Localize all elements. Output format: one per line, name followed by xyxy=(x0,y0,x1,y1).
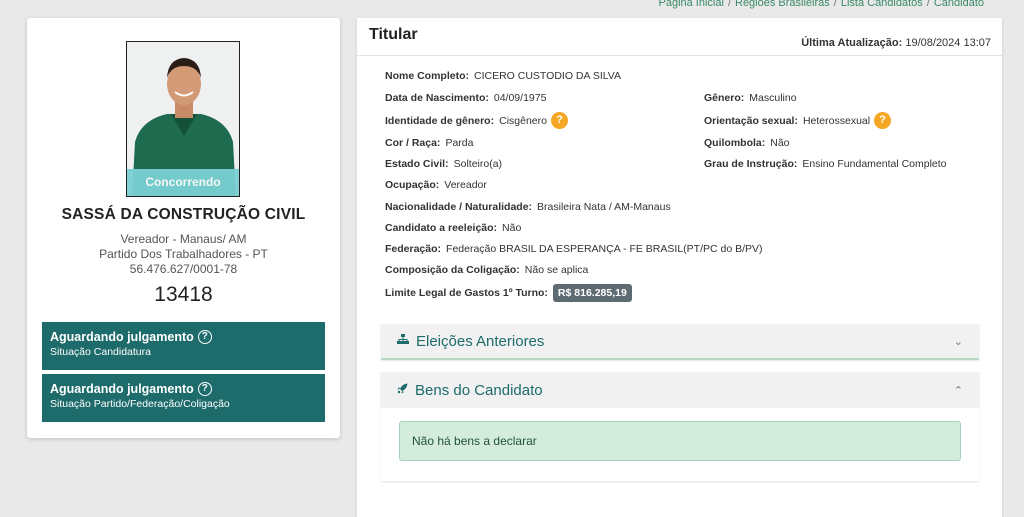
field-quilombola: Quilombola: Não xyxy=(704,137,790,149)
field-label: Federação: xyxy=(385,243,442,255)
field-genero: Gênero: Masculino xyxy=(704,92,797,104)
candidacy-status-subtitle: Situação Candidatura xyxy=(50,346,151,358)
field-coligacao: Composição da Coligação: Não se aplica xyxy=(385,264,588,276)
field-value: Não xyxy=(502,222,522,234)
field-label: Composição da Coligação: xyxy=(385,264,520,276)
field-value: Masculino xyxy=(749,92,797,104)
field-value: Ensino Fundamental Completo xyxy=(802,158,947,170)
field-value: Solteiro(a) xyxy=(453,158,503,170)
field-orientacao-sexual: Orientação sexual: Heterossexual? xyxy=(704,112,892,129)
candidate-name: SASSÁ DA CONSTRUÇÃO CIVIL xyxy=(61,206,306,223)
party-status-box: Aguardando julgamento ? Situação Partido… xyxy=(42,374,325,422)
field-value: Vereador xyxy=(444,179,487,191)
field-label: Grau de Instrução: xyxy=(704,158,798,170)
field-cor-raca: Cor / Raça: Parda xyxy=(385,137,473,149)
party-status-title: Aguardando julgamento xyxy=(50,382,194,396)
field-nacionalidade: Nacionalidade / Naturalidade: Brasileira … xyxy=(385,201,671,213)
help-icon[interactable]: ? xyxy=(874,112,892,129)
accordion-assets-header[interactable]: Bens do Candidato ⌃ xyxy=(381,372,979,408)
accordion-assets-label: Bens do Candidato xyxy=(415,381,543,399)
field-value: Parda xyxy=(445,137,474,149)
field-label: Ocupação: xyxy=(385,179,440,191)
candidate-office: Vereador - Manaus/ AM xyxy=(120,232,247,246)
field-label: Data de Nascimento: xyxy=(385,92,489,104)
help-icon[interactable]: ? xyxy=(197,330,212,344)
help-icon[interactable]: ? xyxy=(197,382,212,396)
breadcrumb-home[interactable]: Página Inicial xyxy=(659,0,724,9)
field-value: 04/09/1975 xyxy=(493,92,547,104)
panel-title: Titular xyxy=(369,26,418,43)
field-value: Heterossexual xyxy=(802,114,871,127)
field-value: Brasileira Nata / AM-Manaus xyxy=(537,201,671,213)
candidate-number: 13418 xyxy=(154,283,213,306)
field-label: Gênero: xyxy=(704,92,745,104)
no-assets-alert: Não há bens a declarar xyxy=(399,421,961,461)
sitemap-icon xyxy=(397,334,409,348)
field-label: Estado Civil: xyxy=(385,158,449,170)
accordion-assets: Bens do Candidato ⌃ Não há bens a declar… xyxy=(381,372,979,481)
rocket-icon xyxy=(397,383,408,397)
field-limite-gastos: Limite Legal de Gastos 1º Turno: R$ 816.2… xyxy=(385,284,632,302)
field-grau-instrucao: Grau de Instrução: Ensino Fundamental Com… xyxy=(704,158,947,170)
chevron-up-icon[interactable]: ⌃ xyxy=(954,384,963,397)
candidacy-status-box: Aguardando julgamento ? Situação Candida… xyxy=(42,322,325,370)
last-update: Última Atualização: 19/08/2024 13:07 xyxy=(801,37,991,49)
field-identidade-genero: Identidade de gênero: Cisgênero? xyxy=(385,112,568,129)
field-reeleicao: Candidato a reeleição: Não xyxy=(385,222,521,234)
chevron-down-icon[interactable]: ⌄ xyxy=(954,335,963,348)
field-value: Federação BRASIL DA ESPERANÇA - FE BRASI… xyxy=(446,243,763,255)
party-status-subtitle: Situação Partido/Federação/Coligação xyxy=(50,398,230,410)
field-label: Nome Completo: xyxy=(385,70,469,82)
field-label: Nacionalidade / Naturalidade: xyxy=(385,201,533,213)
candidate-card: Concorrendo SASSÁ DA CONSTRUÇÃO CIVIL Ve… xyxy=(27,18,340,438)
panel-header: Titular Última Atualização: 19/08/2024 1… xyxy=(357,18,1002,56)
breadcrumb-regions[interactable]: Regiões Brasileiras xyxy=(735,0,830,9)
field-federacao: Federação: Federação BRASIL DA ESPERANÇA … xyxy=(385,243,763,255)
field-value: Cisgênero xyxy=(499,114,547,127)
field-estado-civil: Estado Civil: Solteiro(a) xyxy=(385,158,502,170)
field-nome-completo: Nome Completo: CICERO CUSTODIO DA SILVA xyxy=(385,70,621,82)
field-value: Não se aplica xyxy=(524,264,589,276)
status-badge: Concorrendo xyxy=(127,169,239,196)
candidacy-status-title: Aguardando julgamento xyxy=(50,330,194,344)
field-label: Identidade de gênero: xyxy=(385,114,495,127)
accordion-previous-elections-label: Eleições Anteriores xyxy=(416,332,545,350)
breadcrumb: Página Inicial / Regiões Brasileiras / Lista… xyxy=(659,0,985,9)
last-update-value: 19/08/2024 13:07 xyxy=(905,37,991,49)
field-value: CICERO CUSTODIO DA SILVA xyxy=(474,70,622,82)
candidate-photo: Concorrendo xyxy=(126,41,240,197)
field-value: Não xyxy=(770,137,790,149)
field-label: Cor / Raça: xyxy=(385,137,441,149)
breadcrumb-candidates-list[interactable]: Lista Candidatos xyxy=(841,0,923,9)
accordion-assets-body: Não há bens a declarar xyxy=(381,408,979,481)
last-update-label: Última Atualização: xyxy=(801,37,903,49)
accordion-previous-elections: Eleições Anteriores ⌄ xyxy=(381,324,979,360)
accordion-previous-elections-header[interactable]: Eleições Anteriores ⌄ xyxy=(381,324,979,360)
help-icon[interactable]: ? xyxy=(550,112,568,129)
field-data-nascimento: Data de Nascimento: 04/09/1975 xyxy=(385,92,546,104)
candidate-party: Partido Dos Trabalhadores - PT xyxy=(99,247,268,261)
spending-limit-badge: R$ 816.285,19 xyxy=(552,284,632,302)
field-label: Limite Legal de Gastos 1º Turno: xyxy=(385,287,548,299)
candidate-cnpj: 56.476.627/0001-78 xyxy=(129,262,238,276)
details-panel: Titular Última Atualização: 19/08/2024 1… xyxy=(357,18,1002,517)
field-label: Orientação sexual: xyxy=(704,114,798,127)
field-label: Quilombola: xyxy=(704,137,766,149)
field-label: Candidato a reeleição: xyxy=(385,222,498,234)
breadcrumb-candidate[interactable]: Candidato xyxy=(934,0,984,9)
field-ocupacao: Ocupação: Vereador xyxy=(385,179,487,191)
